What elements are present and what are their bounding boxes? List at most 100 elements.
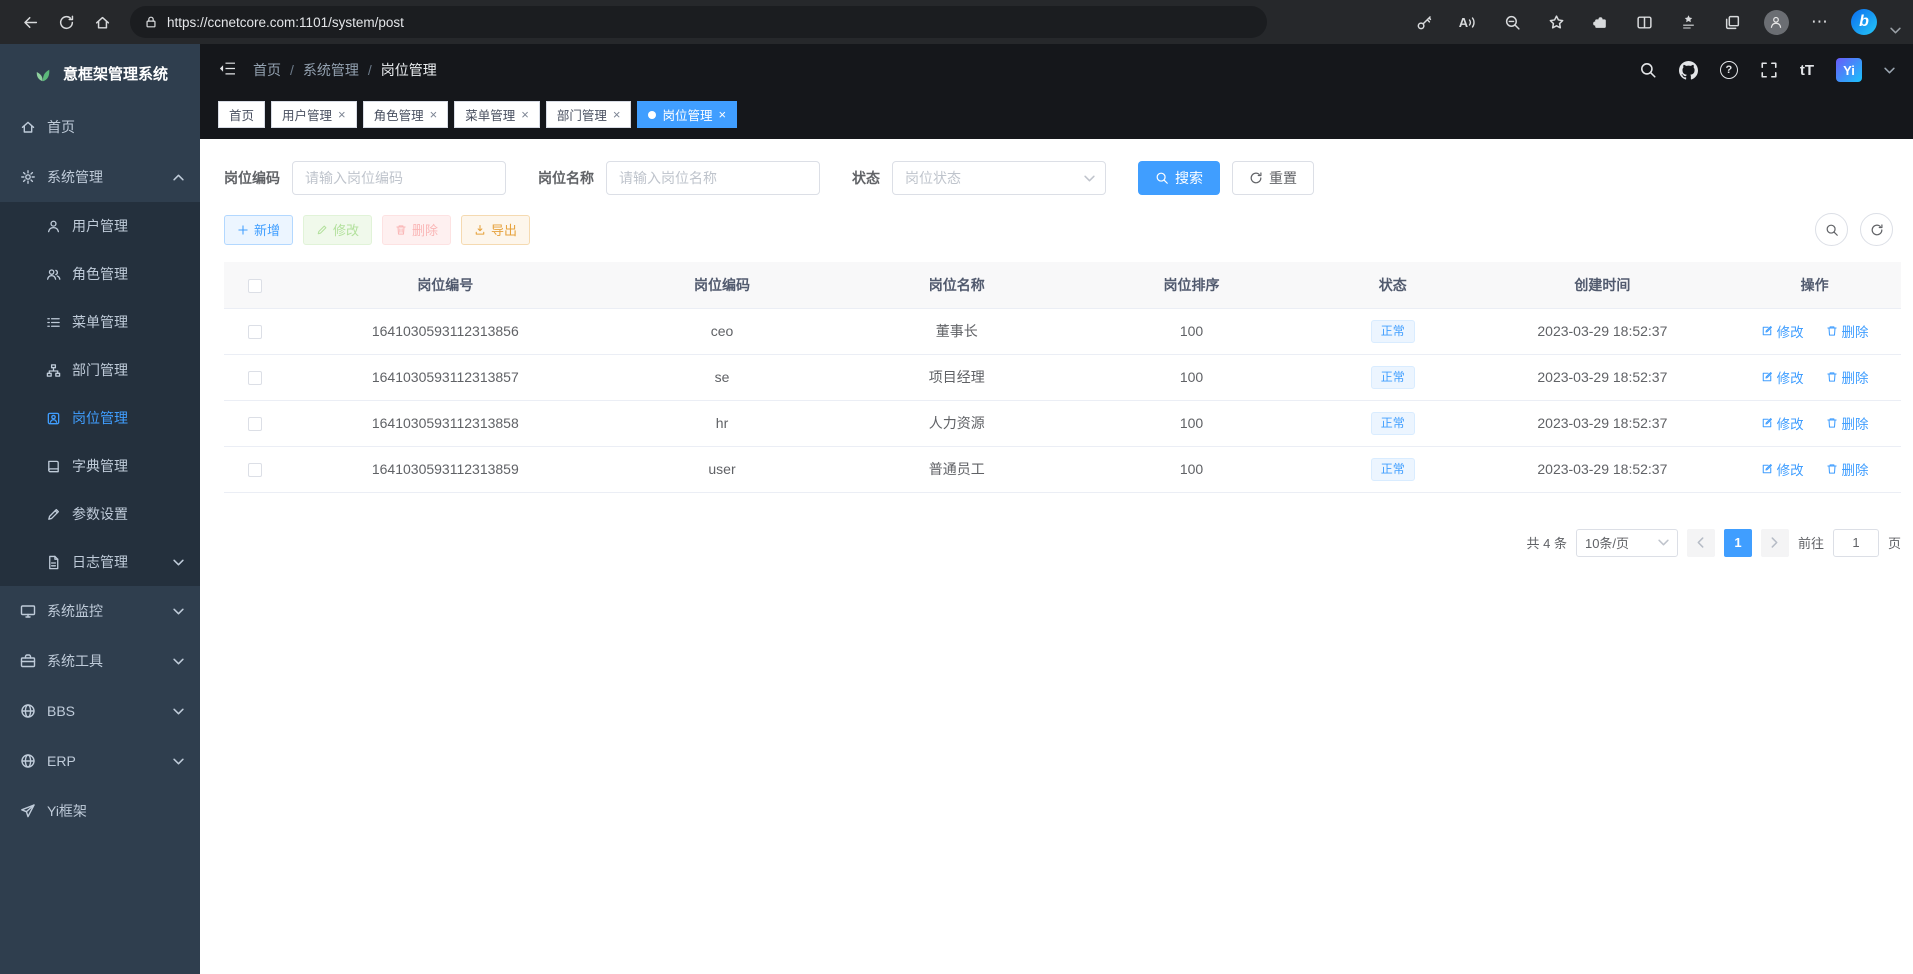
row-checkbox[interactable] (248, 417, 262, 431)
search-icon[interactable] (1639, 61, 1657, 79)
sidebar-item-tools[interactable]: 系统工具 (0, 636, 200, 686)
sidebar-item-home[interactable]: 首页 (0, 102, 200, 152)
close-icon[interactable]: × (521, 107, 529, 122)
search-button[interactable]: 搜索 (1138, 161, 1220, 195)
tab-departments[interactable]: 部门管理 × (546, 101, 632, 128)
goto-page-input[interactable] (1833, 529, 1879, 557)
favorites-icon[interactable] (1670, 5, 1706, 39)
export-button[interactable]: 导出 (461, 215, 530, 245)
main-area: 首页 / 系统管理 / 岗位管理 ? (200, 44, 1913, 974)
collections-icon[interactable] (1714, 5, 1750, 39)
row-edit-link[interactable]: 修改 (1761, 367, 1804, 387)
back-icon[interactable] (12, 5, 48, 39)
github-icon[interactable] (1679, 61, 1698, 80)
page-content: 岗位编码 岗位名称 状态 岗位状态 搜索 (200, 139, 1913, 974)
row-edit-link[interactable]: 修改 (1761, 459, 1804, 479)
close-icon[interactable]: × (718, 107, 726, 122)
chevron-down-icon[interactable] (1884, 67, 1895, 74)
show-search-button[interactable] (1815, 213, 1848, 246)
home-icon[interactable] (84, 5, 120, 39)
font-size-icon[interactable]: tT (1800, 62, 1814, 79)
sidebar-item-yi-framework[interactable]: Yi框架 (0, 786, 200, 836)
reset-button[interactable]: 重置 (1232, 161, 1314, 195)
row-checkbox[interactable] (248, 463, 262, 477)
more-options-icon[interactable]: ⋯ (1802, 5, 1838, 39)
profile-avatar[interactable] (1758, 5, 1794, 39)
copilot-bing-icon[interactable]: b (1846, 5, 1882, 39)
sidebar-item-posts[interactable]: 岗位管理 (0, 394, 200, 442)
password-key-icon[interactable] (1406, 5, 1442, 39)
breadcrumb-home[interactable]: 首页 (253, 60, 281, 80)
page-number-1[interactable]: 1 (1724, 529, 1752, 557)
browser-actions: A ⋯ b (1406, 5, 1901, 39)
refresh-icon[interactable] (48, 5, 84, 39)
add-button[interactable]: 新增 (224, 215, 293, 245)
header-actions: ? tT Yi (1639, 58, 1895, 82)
row-delete-link[interactable]: 删除 (1826, 321, 1869, 341)
chevron-down-icon (173, 708, 184, 715)
prev-page-button[interactable] (1687, 529, 1715, 557)
row-delete-link[interactable]: 删除 (1826, 367, 1869, 387)
tab-users[interactable]: 用户管理 × (271, 101, 357, 128)
page-size-select[interactable]: 10条/页 (1576, 529, 1678, 557)
sidebar-item-parameters[interactable]: 参数设置 (0, 490, 200, 538)
address-bar[interactable]: https://ccnetcore.com:1101/system/post (130, 6, 1267, 38)
chevron-down-icon[interactable] (1890, 27, 1901, 34)
next-page-button[interactable] (1761, 529, 1789, 557)
goto-label: 前往 (1798, 533, 1824, 552)
sidebar-item-monitoring[interactable]: 系统监控 (0, 586, 200, 636)
post-name-input[interactable] (606, 161, 820, 195)
close-icon[interactable]: × (338, 107, 346, 122)
status-select[interactable]: 岗位状态 (892, 161, 1106, 195)
favorites-add-icon[interactable] (1538, 5, 1574, 39)
breadcrumb-system[interactable]: 系统管理 (303, 60, 359, 80)
refresh-icon (1870, 223, 1884, 237)
tab-posts[interactable]: 岗位管理 × (637, 101, 737, 128)
sidebar-item-roles[interactable]: 角色管理 (0, 250, 200, 298)
paper-plane-icon (20, 803, 36, 819)
extensions-icon[interactable] (1582, 5, 1618, 39)
row-edit-link[interactable]: 修改 (1761, 413, 1804, 433)
row-checkbox[interactable] (248, 371, 262, 385)
split-screen-icon[interactable] (1626, 5, 1662, 39)
tab-roles[interactable]: 角色管理 × (363, 101, 449, 128)
post-name-label: 岗位名称 (538, 168, 594, 188)
col-actions: 操作 (1728, 262, 1901, 308)
help-icon[interactable]: ? (1720, 61, 1738, 79)
post-code-cell: hr (605, 400, 840, 446)
sidebar-item-system[interactable]: 系统管理 (0, 152, 200, 202)
sidebar-item-menus[interactable]: 菜单管理 (0, 298, 200, 346)
read-aloud-icon[interactable]: A (1450, 5, 1486, 39)
sidebar-item-dictionary[interactable]: 字典管理 (0, 442, 200, 490)
sidebar-item-erp[interactable]: ERP (0, 736, 200, 786)
chevron-down-icon (1658, 539, 1669, 546)
delete-button[interactable]: 删除 (382, 215, 451, 245)
row-checkbox[interactable] (248, 325, 262, 339)
close-icon[interactable]: × (613, 107, 621, 122)
sidebar-item-departments[interactable]: 部门管理 (0, 346, 200, 394)
refresh-table-button[interactable] (1860, 213, 1893, 246)
edit-button[interactable]: 修改 (303, 215, 372, 245)
tab-menus[interactable]: 菜单管理 × (454, 101, 540, 128)
post-code-input[interactable] (292, 161, 506, 195)
post-code-cell: user (605, 446, 840, 492)
tab-home[interactable]: 首页 (218, 101, 265, 128)
created-cell: 2023-03-29 18:52:37 (1477, 354, 1729, 400)
app-logo[interactable]: 意框架管理系统 (0, 44, 200, 102)
table-header-row: 岗位编号 岗位编码 岗位名称 岗位排序 状态 创建时间 操作 (224, 262, 1901, 308)
zoom-out-icon[interactable] (1494, 5, 1530, 39)
fullscreen-icon[interactable] (1760, 61, 1778, 79)
edit-pencil-icon (46, 507, 61, 522)
row-edit-link[interactable]: 修改 (1761, 321, 1804, 341)
user-logo-icon[interactable]: Yi (1836, 58, 1862, 82)
close-icon[interactable]: × (430, 107, 438, 122)
sidebar-collapse-icon[interactable] (218, 59, 237, 81)
col-post-sort: 岗位排序 (1074, 262, 1309, 308)
select-all-checkbox[interactable] (248, 279, 262, 293)
sidebar-item-users[interactable]: 用户管理 (0, 202, 200, 250)
sidebar-item-bbs[interactable]: BBS (0, 686, 200, 736)
sidebar-item-logs[interactable]: 日志管理 (0, 538, 200, 586)
system-submenu: 用户管理 角色管理 菜单管理 部门管理 岗位管理 (0, 202, 200, 586)
row-delete-link[interactable]: 删除 (1826, 413, 1869, 433)
row-delete-link[interactable]: 删除 (1826, 459, 1869, 479)
